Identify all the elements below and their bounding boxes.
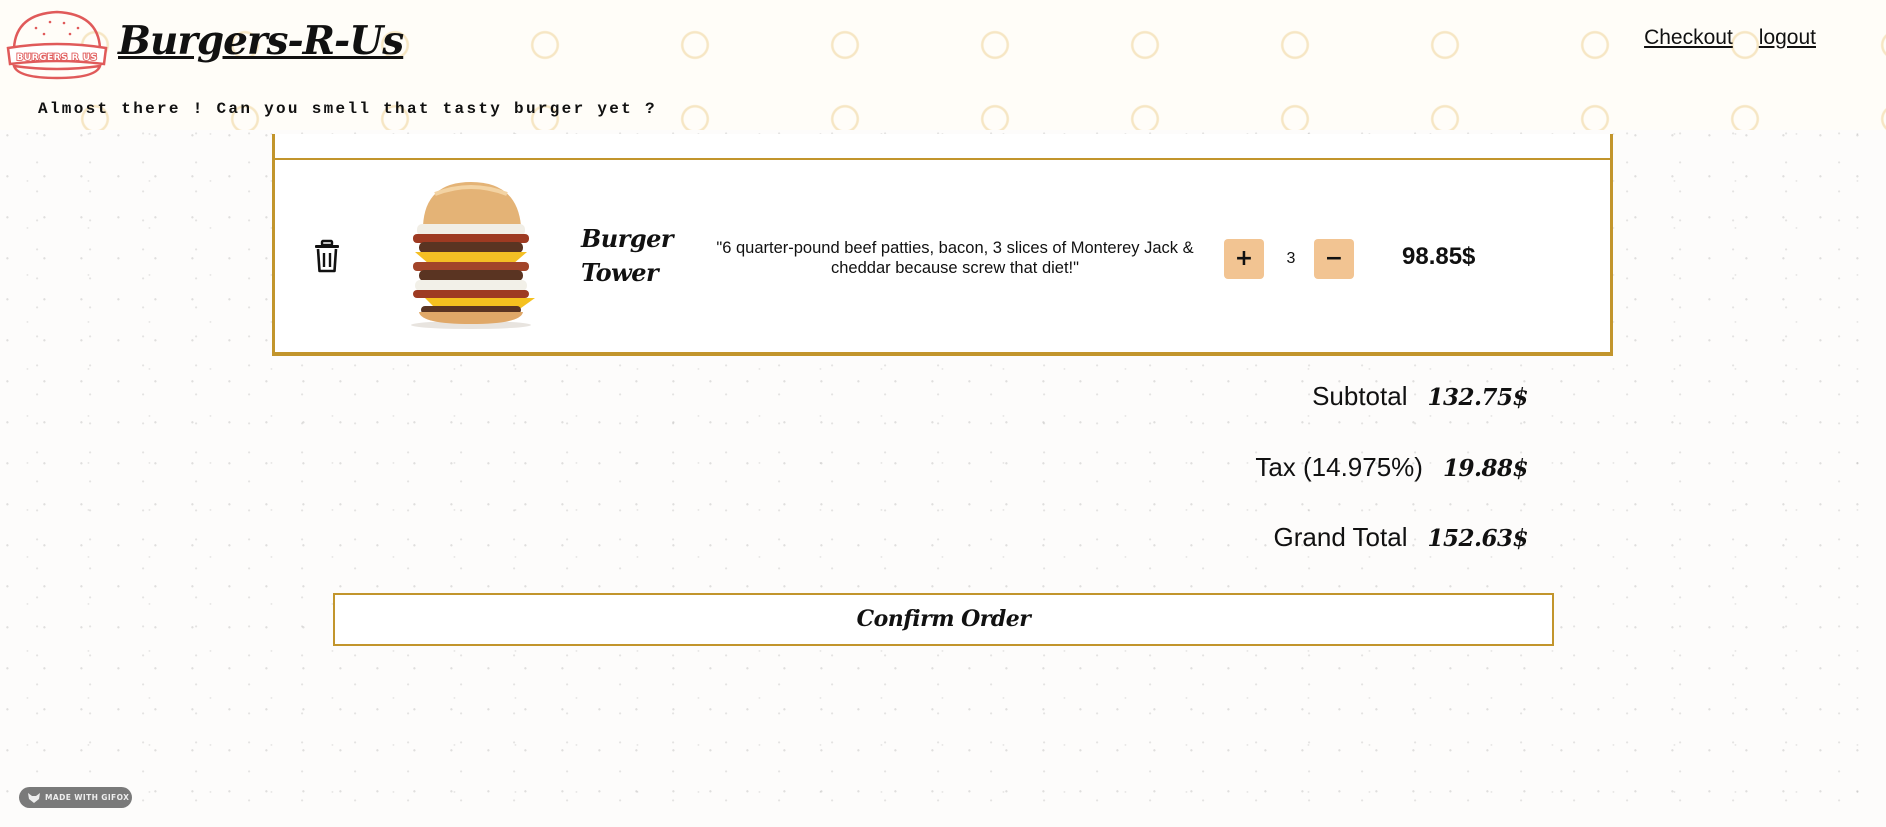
item-price: 98.85$ xyxy=(1402,243,1476,270)
trash-icon[interactable] xyxy=(312,239,342,273)
increase-quantity-button[interactable]: + xyxy=(1224,239,1264,279)
confirm-order-button[interactable]: Confirm Order xyxy=(333,593,1554,646)
checkout-link[interactable]: Checkout xyxy=(1644,26,1733,50)
gifox-badge-text: MADE WITH GIFOX xyxy=(45,793,130,802)
cart-panel: Burger Tower "6 quarter-pound beef patti… xyxy=(272,134,1613,356)
subtotal-row: Subtotal 132.75$ xyxy=(1312,381,1528,412)
tax-label: Tax (14.975%) xyxy=(1255,452,1423,482)
brand-title[interactable]: Burgers-R-Us xyxy=(118,18,404,64)
burger-image xyxy=(395,180,547,330)
tax-value: 19.88$ xyxy=(1442,455,1529,482)
tagline: Almost there ! Can you smell that tasty … xyxy=(38,100,657,118)
subtotal-value: 132.75$ xyxy=(1427,384,1528,411)
quantity-value: 3 xyxy=(1286,250,1296,267)
grand-total-row: Grand Total 152.63$ xyxy=(1273,522,1529,553)
tax-row: Tax (14.975%) 19.88$ xyxy=(1255,452,1528,483)
grand-total-label: Grand Total xyxy=(1273,522,1408,552)
fox-icon xyxy=(28,792,40,803)
burger-logo[interactable]: BURGERS R US xyxy=(6,8,108,82)
decrease-quantity-button[interactable]: − xyxy=(1314,239,1354,279)
item-description: "6 quarter-pound beef patties, bacon, 3 … xyxy=(716,239,1194,277)
top-nav: Checkout logout xyxy=(1644,26,1816,50)
logout-link[interactable]: logout xyxy=(1759,26,1816,50)
logo-lettering: BURGERS R US xyxy=(16,53,97,63)
cart-divider xyxy=(275,158,1610,160)
grand-total-value: 152.63$ xyxy=(1427,525,1528,552)
gifox-badge[interactable]: MADE WITH GIFOX xyxy=(19,787,132,808)
item-name: Burger Tower xyxy=(581,224,674,287)
site-header: BURGERS R US Burgers-R-Us Checkout logou… xyxy=(0,0,1886,130)
subtotal-label: Subtotal xyxy=(1312,381,1408,411)
